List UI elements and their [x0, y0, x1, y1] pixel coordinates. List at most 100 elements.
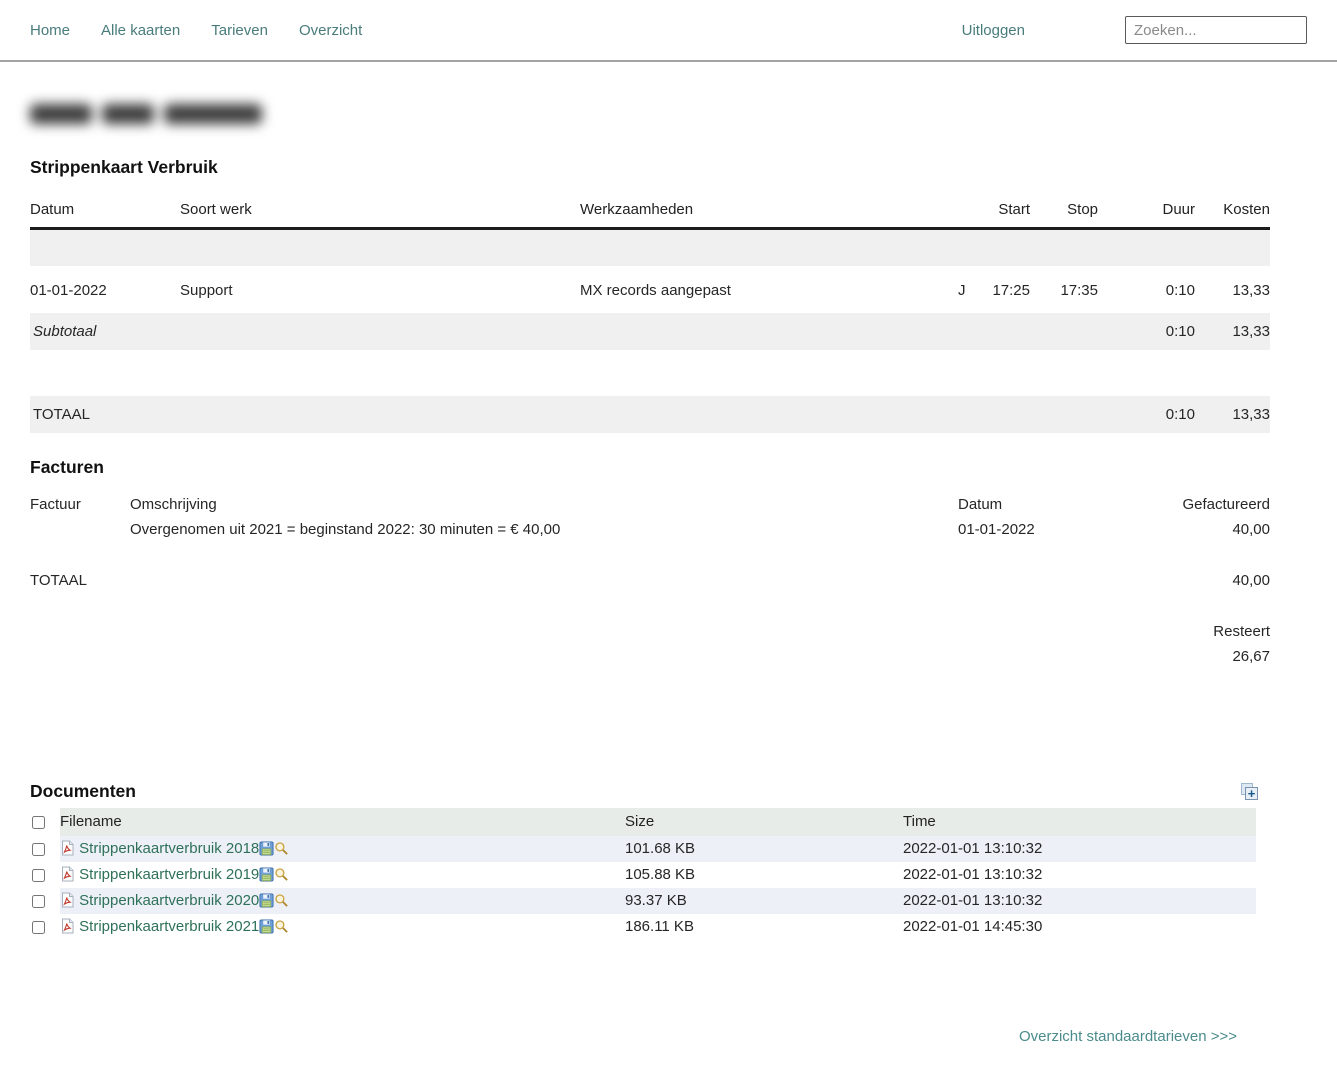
col-soort-werk: Soort werk: [180, 194, 580, 229]
row-checkbox[interactable]: [32, 921, 45, 934]
nav-item-tarieven[interactable]: Tarieven: [211, 22, 268, 39]
facturen-title: Facturen: [30, 457, 1337, 478]
pdf-icon: [60, 918, 75, 935]
nav-item-overzicht[interactable]: Overzicht: [299, 22, 362, 39]
usage-flag: J: [958, 274, 988, 307]
usage-soort-werk: Support: [180, 274, 580, 307]
factuur-gefactureerd: 40,00: [1138, 517, 1270, 542]
col-werkzaamheden: Werkzaamheden: [580, 194, 958, 229]
total-duur: 0:10: [1098, 396, 1195, 433]
nav-item-home[interactable]: Home: [30, 22, 70, 39]
strippenkaart-header-row: Datum Soort werk Werkzaamheden Start Sto…: [30, 194, 1270, 229]
spacer: [30, 542, 1270, 568]
save-icon[interactable]: [259, 918, 274, 935]
documenten-header-row: Documenten +: [30, 781, 1258, 802]
spacer: [30, 266, 1270, 274]
documenten-table-header: Filename Size Time: [30, 808, 1256, 836]
col-gefactureerd: Gefactureerd: [1138, 492, 1270, 517]
col-kosten: Kosten: [1195, 194, 1270, 229]
usage-duur: 0:10: [1098, 274, 1195, 307]
document-row: Strippenkaartverbruik 2021 186.11 KB 202…: [30, 914, 1256, 940]
save-icon[interactable]: [259, 892, 274, 909]
top-navigation: Home Alle kaarten Tarieven Overzicht Uit…: [0, 0, 1337, 62]
resteert-value-row: 26,67: [30, 644, 1270, 669]
col-start: Start: [988, 194, 1030, 229]
redacted-card-title: [30, 95, 290, 133]
redacted-text-blob: [164, 104, 262, 124]
pdf-icon: [60, 892, 75, 909]
resteert-value: 26,67: [1138, 644, 1270, 669]
total-row: TOTAAL 0:10 13,33: [30, 396, 1270, 433]
redacted-text-blob: [102, 104, 154, 124]
magnifier-icon[interactable]: [274, 892, 289, 909]
magnifier-icon[interactable]: [274, 866, 289, 883]
resteert-label: Resteert: [1138, 619, 1270, 644]
col-duur: Duur: [1098, 194, 1195, 229]
document-size: 101.68 KB: [625, 836, 903, 862]
col-size: Size: [625, 808, 903, 836]
col-omschrijving: Omschrijving: [130, 492, 958, 517]
row-checkbox[interactable]: [32, 843, 45, 856]
usage-kosten: 13,33: [1195, 274, 1270, 307]
select-all-checkbox[interactable]: [32, 816, 45, 829]
total-label: TOTAAL: [30, 396, 1098, 433]
facturen-header-row: Factuur Omschrijving Datum Gefactureerd: [30, 492, 1270, 517]
spacer: [30, 350, 1270, 396]
magnifier-icon[interactable]: [274, 918, 289, 935]
usage-werkzaamheden: MX records aangepast: [580, 274, 958, 307]
col-time: Time: [903, 808, 1256, 836]
usage-row: 01-01-2022 Support MX records aangepast …: [30, 274, 1270, 307]
document-link[interactable]: Strippenkaartverbruik 2020: [79, 892, 259, 909]
select-all-cell: [30, 808, 60, 836]
factuur-omschrijving: Overgenomen uit 2021 = beginstand 2022: …: [130, 517, 958, 542]
redacted-text-blob: [30, 104, 92, 124]
standaardtarieven-link[interactable]: Overzicht standaardtarieven >>>: [1019, 1028, 1237, 1045]
expand-table-icon[interactable]: +: [1241, 783, 1258, 800]
row-checkbox[interactable]: [32, 869, 45, 882]
magnifier-icon[interactable]: [274, 840, 289, 857]
spacer: [30, 593, 1270, 619]
document-row: Strippenkaartverbruik 2018 101.68 KB 202…: [30, 836, 1256, 862]
document-link[interactable]: Strippenkaartverbruik 2021: [79, 918, 259, 935]
usage-stop: 17:35: [1030, 274, 1098, 307]
resteert-label-row: Resteert: [30, 619, 1270, 644]
facturen-table: Factuur Omschrijving Datum Gefactureerd …: [30, 492, 1270, 669]
facturen-total-value: 40,00: [1138, 568, 1270, 593]
document-size: 186.11 KB: [625, 914, 903, 940]
col-factuur: Factuur: [30, 492, 130, 517]
plus-icon: +: [1245, 787, 1258, 800]
row-checkbox[interactable]: [32, 895, 45, 908]
search-input[interactable]: [1125, 16, 1307, 44]
footer-link-row: Overzicht standaardtarieven >>>: [30, 1028, 1237, 1045]
subtotal-label: Subtotaal: [30, 313, 1098, 350]
document-link[interactable]: Strippenkaartverbruik 2018: [79, 840, 259, 857]
col-stop: Stop: [1030, 194, 1098, 229]
logout-link[interactable]: Uitloggen: [962, 22, 1025, 39]
total-kosten: 13,33: [1195, 396, 1270, 433]
col-factuur-datum: Datum: [958, 492, 1138, 517]
subtotal-duur: 0:10: [1098, 313, 1195, 350]
facturen-total-label: TOTAAL: [30, 568, 1138, 593]
documenten-table: Filename Size Time Strippenkaartverbruik…: [30, 808, 1256, 940]
main-content: Strippenkaart Verbruik Datum Soort werk …: [0, 95, 1337, 1045]
document-time: 2022-01-01 13:10:32: [903, 862, 1256, 888]
save-icon[interactable]: [259, 866, 274, 883]
usage-datum: 01-01-2022: [30, 274, 180, 307]
strippenkaart-table: Datum Soort werk Werkzaamheden Start Sto…: [30, 194, 1270, 433]
col-filename: Filename: [60, 808, 625, 836]
empty-band-row: [30, 229, 1270, 266]
pdf-icon: [60, 866, 75, 883]
document-row: Strippenkaartverbruik 2020 93.37 KB 2022…: [30, 888, 1256, 914]
save-icon[interactable]: [259, 840, 274, 857]
subtotal-row: Subtotaal 0:10 13,33: [30, 313, 1270, 350]
factuur-nr: [30, 517, 130, 542]
documenten-title: Documenten: [30, 781, 136, 802]
col-flag: [958, 194, 988, 229]
document-size: 105.88 KB: [625, 862, 903, 888]
document-time: 2022-01-01 13:10:32: [903, 888, 1256, 914]
factuur-row: Overgenomen uit 2021 = beginstand 2022: …: [30, 517, 1270, 542]
document-link[interactable]: Strippenkaartverbruik 2019: [79, 866, 259, 883]
document-time: 2022-01-01 14:45:30: [903, 914, 1256, 940]
nav-item-alle-kaarten[interactable]: Alle kaarten: [101, 22, 180, 39]
document-size: 93.37 KB: [625, 888, 903, 914]
